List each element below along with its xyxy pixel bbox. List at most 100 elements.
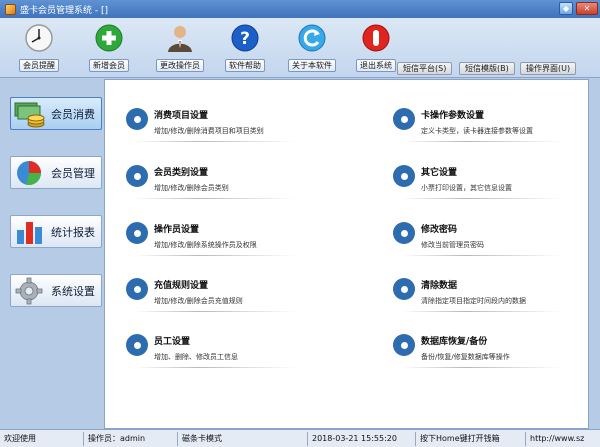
nav-label: 统计报表: [51, 225, 95, 239]
tab-sms-template[interactable]: 短信模版(B): [459, 62, 515, 75]
nav-system-settings[interactable]: 系统设置: [10, 274, 102, 307]
card-underline: [401, 198, 563, 199]
card-database-backup[interactable]: 数据库恢复/备份备份/恢复/修复数据库等操作: [393, 325, 569, 368]
card-operator-settings[interactable]: 操作员设置增加/修改/删除系统操作员及权限: [126, 213, 302, 256]
card-underline: [134, 141, 296, 142]
card-title: 充值规则设置: [154, 281, 209, 291]
status-hint: 按下Home键打开钱箱: [416, 431, 526, 446]
tab-operation-ui[interactable]: 操作界面(U): [520, 62, 577, 75]
app-logo-icon: [5, 3, 16, 15]
circle-bullet-icon: [126, 334, 148, 356]
about-icon: [297, 23, 327, 53]
skin-icon[interactable]: ◆: [559, 2, 573, 15]
card-title: 卡操作参数设置: [421, 111, 485, 121]
circle-bullet-icon: [393, 108, 415, 130]
card-clear-data[interactable]: 清除数据清除指定项目指定时间段内的数据: [393, 269, 569, 312]
close-button[interactable]: ✕: [576, 2, 598, 15]
toolbar-label: 退出系统: [356, 59, 396, 72]
svg-text:?: ?: [240, 29, 250, 49]
left-nav: 会员消费 会员管理 统计报表 系统设置: [0, 79, 104, 429]
title-bar: 盛卡会员管理系统 - [] ◆ ✕: [0, 0, 600, 18]
window-controls: ◆ ✕: [559, 2, 598, 15]
money-icon: [14, 100, 46, 128]
status-url[interactable]: http://www.sz: [526, 432, 600, 446]
card-underline: [401, 255, 563, 256]
card-title: 其它设置: [421, 168, 458, 178]
circle-bullet-icon: [126, 278, 148, 300]
nav-member-consume[interactable]: 会员消费: [10, 97, 102, 130]
circle-bullet-icon: [393, 165, 415, 187]
operator-icon: [165, 23, 195, 53]
gear-icon: [14, 277, 46, 305]
nav-label: 会员管理: [51, 166, 95, 180]
toolbar: 会员提醒 新增会员 更改操作员 ? 软件帮助 关于本软件 退出系统 短信平台(S…: [0, 18, 600, 78]
nav-member-manage[interactable]: 会员管理: [10, 156, 102, 189]
circle-bullet-icon: [393, 334, 415, 356]
toolbar-label: 更改操作员: [156, 59, 204, 72]
toolbar-label: 软件帮助: [225, 59, 265, 72]
card-desc: 增加/修改/删除消费项目和项目类别: [154, 127, 264, 135]
card-title: 数据库恢复/备份: [421, 337, 488, 347]
circle-bullet-icon: [126, 108, 148, 130]
card-desc: 增加/修改/删除会员类别: [154, 184, 229, 192]
tab-sms-platform[interactable]: 短信平台(S): [397, 62, 453, 75]
card-desc: 备份/恢复/修复数据库等操作: [421, 353, 510, 361]
toolbar-label: 新增会员: [89, 59, 129, 72]
power-icon: [361, 23, 391, 53]
card-desc: 定义卡类型，读卡器连接参数等设置: [421, 127, 533, 135]
card-desc: 清除指定项目指定时间段内的数据: [421, 297, 526, 305]
clock-icon: [24, 23, 54, 53]
status-card-mode: 磁条卡模式: [178, 431, 308, 446]
nav-label: 会员消费: [51, 107, 95, 121]
card-member-category[interactable]: 会员类别设置增加/修改/删除会员类别: [126, 156, 302, 199]
about-button[interactable]: 关于本软件: [284, 23, 340, 72]
card-title: 会员类别设置: [154, 168, 209, 178]
card-desc: 修改当前管理员密码: [421, 241, 484, 249]
card-desc: 增加/修改/删除会员充值规则: [154, 297, 243, 305]
status-operator: 操作员：admin: [84, 431, 178, 446]
window-title: 盛卡会员管理系统 - []: [20, 5, 108, 16]
card-underline: [134, 198, 296, 199]
card-title: 操作员设置: [154, 225, 200, 235]
add-member-button[interactable]: 新增会员: [81, 23, 137, 72]
card-other-settings[interactable]: 其它设置小票打印设置，其它信息设置: [393, 156, 569, 199]
card-title: 清除数据: [421, 281, 458, 291]
card-underline: [134, 255, 296, 256]
card-desc: 增加/修改/删除系统操作员及权限: [154, 241, 257, 249]
nav-statistics-report[interactable]: 统计报表: [10, 215, 102, 248]
status-bar: 欢迎使用 操作员：admin 磁条卡模式 2018-03-21 15:55:20…: [0, 429, 600, 447]
nav-label: 系统设置: [51, 284, 95, 298]
status-datetime: 2018-03-21 15:55:20: [308, 431, 416, 446]
card-desc: 增加、删除、修改员工信息: [154, 353, 238, 361]
card-underline: [401, 141, 563, 142]
card-desc: 小票打印设置，其它信息设置: [421, 184, 512, 192]
help-icon: ?: [230, 23, 260, 53]
toolbar-label: 关于本软件: [288, 59, 336, 72]
card-underline: [134, 311, 296, 312]
status-welcome: 欢迎使用: [0, 431, 84, 446]
change-operator-button[interactable]: 更改操作员: [152, 23, 208, 72]
plus-icon: [94, 23, 124, 53]
card-consume-items[interactable]: 消费项目设置增加/修改/删除消费项目和项目类别: [126, 99, 302, 142]
bar-chart-icon: [14, 218, 46, 246]
toolbar-label: 会员提醒: [19, 59, 59, 72]
card-change-password[interactable]: 修改密码 修改当前管理员密码: [393, 213, 569, 256]
pie-chart-icon: [14, 159, 46, 187]
circle-bullet-icon: [393, 222, 415, 244]
card-staff-settings[interactable]: 员工设置增加、删除、修改员工信息: [126, 325, 302, 368]
member-reminder-button[interactable]: 会员提醒: [11, 23, 67, 72]
card-recharge-rules[interactable]: 充值规则设置增加/修改/删除会员充值规则: [126, 269, 302, 312]
card-underline: [134, 367, 296, 368]
card-underline: [401, 367, 563, 368]
right-edge-strip: [589, 79, 600, 429]
card-card-params[interactable]: 卡操作参数设置定义卡类型，读卡器连接参数等设置: [393, 99, 569, 142]
card-title: 消费项目设置: [154, 111, 209, 121]
software-help-button[interactable]: ? 软件帮助: [217, 23, 273, 72]
exit-system-button[interactable]: 退出系统: [348, 23, 404, 72]
circle-bullet-icon: [126, 165, 148, 187]
card-underline: [401, 311, 563, 312]
circle-bullet-icon: [393, 278, 415, 300]
circle-bullet-icon: [126, 222, 148, 244]
card-title: 员工设置: [154, 337, 191, 347]
settings-panel: 消费项目设置增加/修改/删除消费项目和项目类别 卡操作参数设置定义卡类型，读卡器…: [104, 79, 589, 429]
